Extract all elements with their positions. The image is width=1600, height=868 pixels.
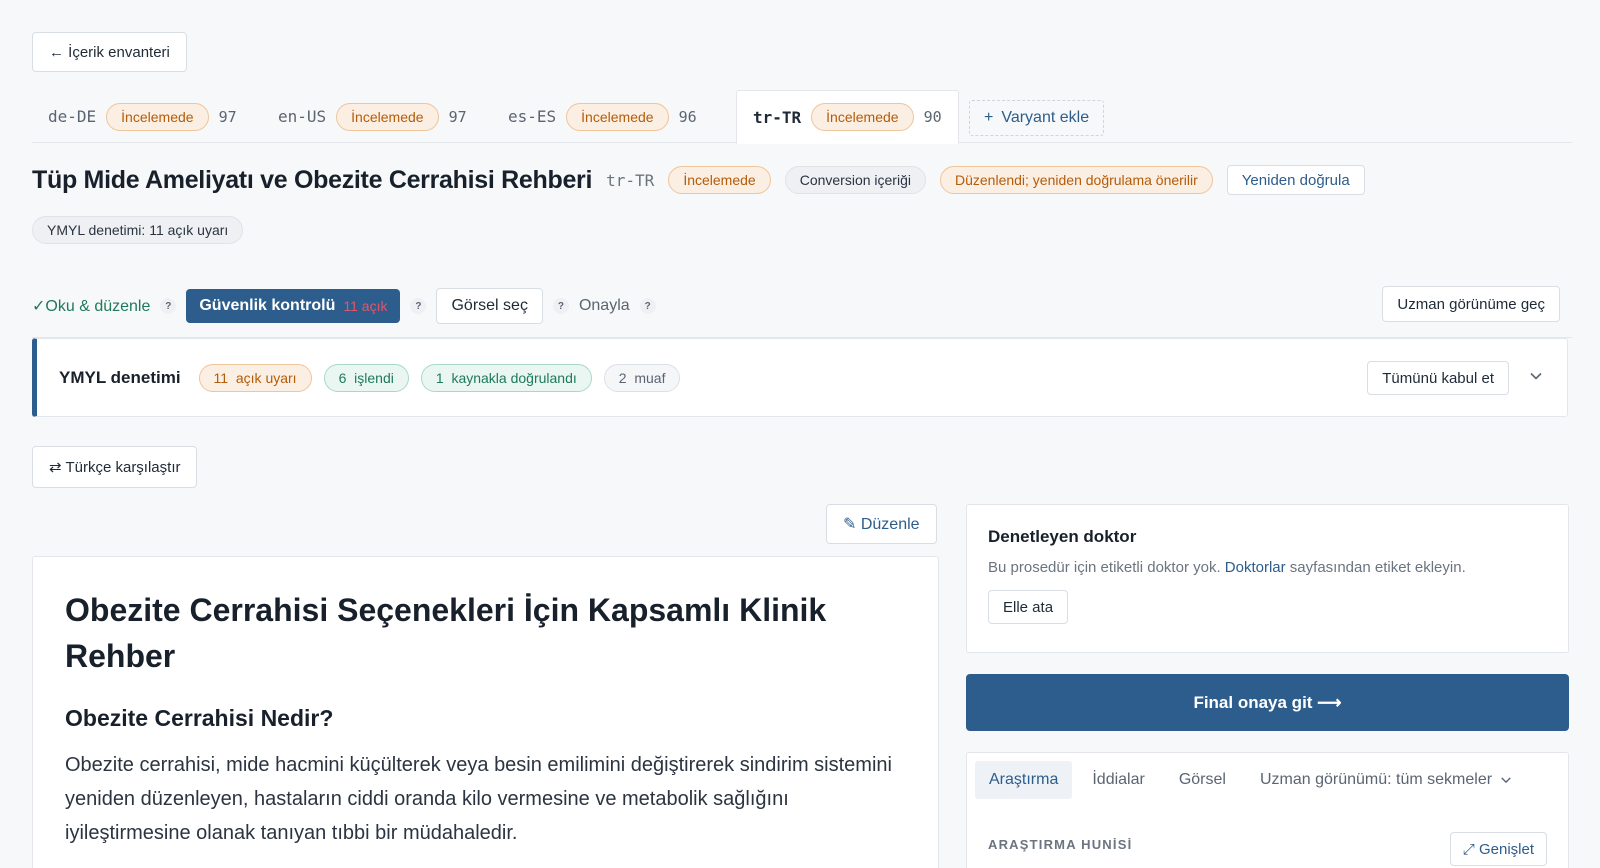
tab-score: 96 [678,107,697,126]
help-icon[interactable]: ? [552,298,569,314]
locale-tabs: de-DE İncelemede 97 en-US İncelemede 97 … [32,90,1572,144]
step-approve[interactable]: Onayla [579,297,630,315]
handled-badge[interactable]: 6 işlendi [323,363,409,392]
back-to-inventory-button[interactable]: ← İçerik envanteri [32,32,187,72]
tab-locale-code: en-US [278,107,327,126]
research-panel: Araştırma İddialar Görsel Uzman görünümü… [966,752,1569,868]
tab-de-DE[interactable]: de-DE İncelemede 97 [32,90,253,143]
plus-icon: + [984,109,994,126]
badge-count: 11 [213,369,229,386]
tab-locale-code: de-DE [48,107,97,126]
note-text: Bu prosedür için etiketli doktor yok. [988,559,1225,576]
status-badge: İncelemede [811,103,914,131]
tab-score: 90 [923,108,942,126]
step-read-edit[interactable]: ✓Oku & düzenle [32,296,150,316]
reverify-button[interactable]: Yeniden doğrula [1226,165,1365,195]
content-type-badge: Conversion içeriği [784,166,926,194]
expert-tab-label: Uzman görünümü: tüm sekmeler [1259,771,1493,788]
step-select-image[interactable]: Görsel seç [436,288,543,324]
status-badge: İncelemede [336,102,439,131]
badge-count: 1 [435,369,444,386]
tab-locale-code: es-ES [508,107,557,126]
ymyl-summary-chip: YMYL denetimi: 11 açık uyarı [32,216,244,244]
tab-score: 97 [448,107,467,126]
ymyl-panel-heading: YMYL denetimi [59,367,181,387]
chevron-down-icon [1501,777,1511,784]
compare-turkish-button[interactable]: ⇄ Türkçe karşılaştır [32,446,198,488]
tab-tr-TR[interactable]: tr-TR İncelemede 90 [736,90,959,144]
badge-label: muaf [634,369,666,386]
badge-label: açık uyarı [235,369,297,386]
chevron-down-icon[interactable] [1529,369,1543,383]
manual-assign-button[interactable]: Elle ata [988,590,1069,624]
help-icon[interactable]: ? [410,298,427,314]
badge-label: kaynakla doğrulandı [451,369,577,386]
article-paragraph: Obezite cerrahisi, mide hacmini küçülter… [65,754,892,844]
doctor-card-note: Bu prosedür için etiketli doktor yok. Do… [988,559,1547,576]
article-preview: Obezite Cerrahisi Seçenekleri İçin Kapsa… [32,556,939,868]
tab-en-US[interactable]: en-US İncelemede 97 [262,90,483,143]
locale-code: tr-TR [606,170,655,190]
expand-button[interactable]: ⤢ Genişlet [1449,832,1547,866]
switch-expert-view-button[interactable]: Uzman görünüme geç [1382,286,1560,322]
add-variant-label: Varyant ekle [1001,109,1090,126]
status-badge: İncelemede [106,102,209,131]
workflow-steps: ✓Oku & düzenle ? Güvenlik kontrolü 11 aç… [32,288,656,324]
research-funnel-label: ARAŞTIRMA HUNİSİ [988,837,1133,852]
edit-warning-badge: Düzenlendi; yeniden doğrulama önerilir [939,166,1213,194]
note-text: sayfasından etiket ekleyin. [1285,559,1466,576]
step-safety-open-count: 11 açık [343,298,388,314]
status-badge: İncelemede [566,102,669,131]
badge-count: 6 [338,369,347,386]
ymyl-audit-panel: YMYL denetimi 11 açık uyarı 6 işlendi 1 … [32,338,1568,417]
research-tabs: Araştırma İddialar Görsel Uzman görünümü… [975,761,1526,799]
step-safety-check[interactable]: Güvenlik kontrolü 11 açık [186,289,401,323]
tab-score: 97 [218,107,237,126]
tab-es-ES[interactable]: es-ES İncelemede 96 [492,90,713,143]
page-header: Tüp Mide Ameliyatı ve Obezite Cerrahisi … [32,164,1365,196]
tab-image[interactable]: Görsel [1165,761,1240,799]
help-icon[interactable]: ? [639,298,656,314]
status-badge: İncelemede [668,166,771,194]
badge-label: işlendi [354,369,394,386]
add-variant-button[interactable]: + Varyant ekle [969,100,1105,136]
tab-research[interactable]: Araştırma [975,761,1073,799]
doctor-card-heading: Denetleyen doktor [988,527,1137,546]
step-safety-label: Güvenlik kontrolü [199,297,336,314]
verified-badge[interactable]: 1 kaynakla doğrulandı [420,363,592,392]
tab-claims[interactable]: İddialar [1078,761,1158,799]
tab-expert-view-dropdown[interactable]: Uzman görünümü: tüm sekmeler [1246,761,1526,799]
edit-button[interactable]: ✎ Düzenle [826,504,937,544]
help-icon[interactable]: ? [160,298,177,314]
badge-count: 2 [618,369,627,386]
accept-all-button[interactable]: Tümünü kabul et [1367,361,1509,395]
open-warnings-badge[interactable]: 11 açık uyarı [198,363,312,392]
page-title: Tüp Mide Ameliyatı ve Obezite Cerrahisi … [32,165,593,194]
go-to-final-approval-button[interactable]: Final onaya git ⟶ [966,674,1569,731]
exempt-badge[interactable]: 2 muaf [603,363,681,392]
doctors-link[interactable]: Doktorlar [1225,559,1286,576]
reviewing-doctor-card: Denetleyen doktor Bu prosedür için etike… [966,504,1569,653]
article-title: Obezite Cerrahisi Seçenekleri İçin Kapsa… [65,592,827,674]
article-section-heading: Obezite Cerrahisi Nedir? [65,705,334,731]
tab-locale-code: tr-TR [753,107,802,127]
